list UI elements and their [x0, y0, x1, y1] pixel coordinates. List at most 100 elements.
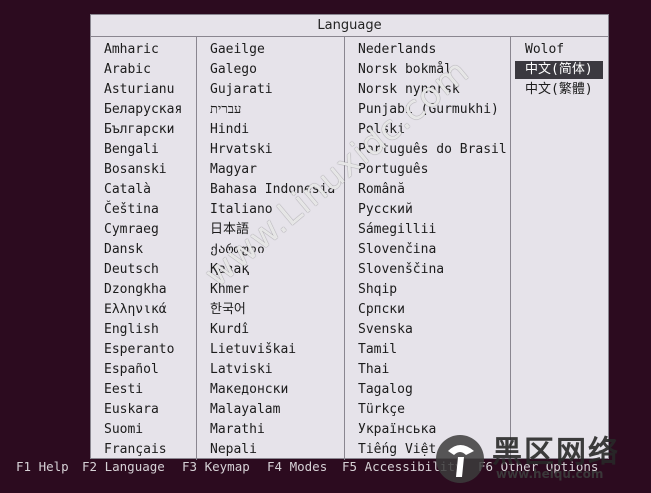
language-option[interactable]: Беларуская — [91, 100, 196, 120]
language-option[interactable]: Dansk — [91, 240, 196, 260]
language-option[interactable]: Русский — [345, 200, 510, 220]
f6-other-options-key[interactable]: F6 Other Options — [478, 456, 598, 478]
language-option[interactable]: Bosanski — [91, 160, 196, 180]
language-option[interactable]: Slovenščina — [345, 260, 510, 280]
language-option[interactable]: Català — [91, 180, 196, 200]
language-option-label: Norsk nynorsk — [358, 82, 460, 97]
language-option[interactable]: Polski — [345, 120, 510, 140]
language-option[interactable]: Norsk nynorsk — [345, 80, 510, 100]
language-option-label: Thai — [358, 362, 390, 377]
language-option[interactable]: Amharic — [91, 40, 196, 60]
language-option[interactable]: ქართული — [197, 240, 344, 260]
language-option[interactable]: Български — [91, 120, 196, 140]
language-option[interactable]: Marathi — [197, 420, 344, 440]
language-option-label: Ελληνικά — [104, 302, 167, 317]
language-option[interactable]: Malayalam — [197, 400, 344, 420]
language-option-label: Polski — [358, 122, 405, 137]
language-option-label: Dansk — [104, 242, 144, 257]
language-option-label: Arabic — [104, 62, 151, 77]
language-option-label: Shqip — [358, 282, 398, 297]
language-option-label: Hindi — [210, 122, 250, 137]
language-option[interactable]: Cymraeg — [91, 220, 196, 240]
language-option[interactable]: Lietuviškai — [197, 340, 344, 360]
language-option[interactable]: Español — [91, 360, 196, 380]
language-option[interactable]: Українська — [345, 420, 510, 440]
language-option[interactable]: Sámegillii — [345, 220, 510, 240]
language-option[interactable]: Hindi — [197, 120, 344, 140]
language-option-selected[interactable]: 中文(简体) — [511, 60, 608, 80]
language-option[interactable]: Thai — [345, 360, 510, 380]
language-option[interactable]: Türkçe — [345, 400, 510, 420]
f4-modes-key[interactable]: F4 Modes — [267, 456, 327, 478]
language-option[interactable]: Esperanto — [91, 340, 196, 360]
language-option[interactable]: Norsk bokmål — [345, 60, 510, 80]
language-option-label: Tamil — [358, 342, 398, 357]
language-option[interactable]: Dzongkha — [91, 280, 196, 300]
language-option[interactable]: Kurdî — [197, 320, 344, 340]
language-option[interactable]: 한국어 — [197, 300, 344, 320]
f3-keymap-key[interactable]: F3 Keymap — [182, 456, 250, 478]
language-option[interactable]: Arabic — [91, 60, 196, 80]
language-option[interactable]: Bengali — [91, 140, 196, 160]
dialog-title: Language — [91, 15, 608, 37]
language-option-label: Português — [358, 162, 429, 177]
language-option[interactable]: Tagalog — [345, 380, 510, 400]
language-option[interactable]: Slovenčina — [345, 240, 510, 260]
language-option[interactable]: Čeština — [91, 200, 196, 220]
language-option[interactable]: Svenska — [345, 320, 510, 340]
language-option-label: Marathi — [210, 422, 265, 437]
language-option[interactable]: Tamil — [345, 340, 510, 360]
language-option[interactable]: Македонски — [197, 380, 344, 400]
language-option[interactable]: Magyar — [197, 160, 344, 180]
language-option[interactable]: Português — [345, 160, 510, 180]
language-option-label: Español — [104, 362, 159, 377]
language-option[interactable]: Suomi — [91, 420, 196, 440]
language-option-label: Asturianu — [104, 82, 175, 97]
language-option-label: ქართული — [210, 242, 265, 257]
language-option[interactable]: Српски — [345, 300, 510, 320]
language-option[interactable]: Khmer — [197, 280, 344, 300]
f2-language-key[interactable]: F2 Language — [82, 456, 165, 478]
language-option[interactable]: Română — [345, 180, 510, 200]
language-option[interactable]: Hrvatski — [197, 140, 344, 160]
language-option[interactable]: Italiano — [197, 200, 344, 220]
language-option-label: Bahasa Indonesia — [210, 182, 336, 197]
language-option-label: Lietuviškai — [210, 342, 297, 357]
language-option[interactable]: Eesti — [91, 380, 196, 400]
language-option-label: Nederlands — [358, 42, 437, 57]
language-option-label: Italiano — [210, 202, 273, 217]
language-option[interactable]: Gaeilge — [197, 40, 344, 60]
language-option-label: Latviski — [210, 362, 273, 377]
language-option[interactable]: Gujarati — [197, 80, 344, 100]
language-option-label: 日本語 — [210, 222, 250, 237]
language-option-label: Dzongkha — [104, 282, 167, 297]
language-option[interactable]: Português do Brasil — [345, 140, 510, 160]
language-option-label: Gaeilge — [210, 42, 265, 57]
language-option[interactable]: Euskara — [91, 400, 196, 420]
language-option[interactable]: Wolof — [511, 40, 608, 60]
language-option-label: Čeština — [104, 202, 159, 217]
language-option-label: Magyar — [210, 162, 257, 177]
language-option[interactable]: Deutsch — [91, 260, 196, 280]
f1-help-key[interactable]: F1 Help — [16, 456, 69, 478]
language-option[interactable]: Asturianu — [91, 80, 196, 100]
language-option[interactable]: Nederlands — [345, 40, 510, 60]
language-option[interactable]: English — [91, 320, 196, 340]
language-option[interactable]: עברית — [197, 100, 344, 120]
language-column-4: Wolof 中文(简体) 中文(繁體) — [511, 37, 608, 460]
language-option[interactable]: Қазақ — [197, 260, 344, 280]
language-option[interactable]: 中文(繁體) — [511, 80, 608, 100]
language-option[interactable]: 日本語 — [197, 220, 344, 240]
language-dialog: Language Amharic Arabic Asturianu Беларуска… — [90, 14, 609, 460]
language-option[interactable]: Bahasa Indonesia — [197, 180, 344, 200]
language-option[interactable]: Ελληνικά — [91, 300, 196, 320]
language-option-label: Türkçe — [358, 402, 405, 417]
language-option-label: Svenska — [358, 322, 413, 337]
language-option[interactable]: Punjabi (Gurmukhi) — [345, 100, 510, 120]
f5-accessibility-key[interactable]: F5 Accessibility — [342, 456, 462, 478]
language-option[interactable]: Latviski — [197, 360, 344, 380]
language-option-label: Қазақ — [210, 262, 250, 277]
language-option[interactable]: Shqip — [345, 280, 510, 300]
language-option-label: Kurdî — [210, 322, 250, 337]
language-option[interactable]: Galego — [197, 60, 344, 80]
